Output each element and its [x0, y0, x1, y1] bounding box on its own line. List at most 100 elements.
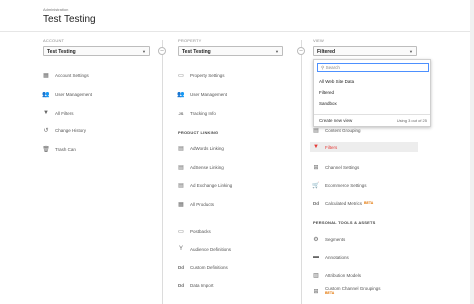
beta-badge: BETA: [364, 201, 374, 205]
filters-label: Filters: [325, 144, 338, 150]
search-icon: ⚲: [321, 65, 325, 70]
filter-icon: ▼: [313, 144, 319, 150]
view-usage-count: Using 3 out of 25: [396, 118, 427, 123]
personal-tools-heading: PERSONAL TOOLS & ASSETS: [313, 220, 376, 225]
all-filters-link[interactable]: ▼ All Filters: [43, 108, 74, 118]
channel-grouping-icon: ⊞: [313, 288, 319, 295]
account-settings-label: Account Settings: [55, 72, 89, 78]
all-products-label: All Products: [190, 201, 215, 207]
account-select[interactable]: Test Testing ▼: [43, 46, 150, 56]
page-title: Test Testing: [43, 14, 96, 25]
attribution-models-label: Attribution Models: [325, 272, 362, 278]
caret-down-icon: ▼: [275, 49, 279, 54]
segments-link[interactable]: ⚙ Segments: [313, 234, 345, 244]
ecommerce-settings-label: Ecommerce Settings: [325, 182, 367, 188]
adexchange-icon: ▤: [178, 182, 184, 189]
content-grouping-label: Content Grouping: [325, 127, 361, 133]
tracking-info-link[interactable]: JS Tracking Info: [178, 108, 216, 118]
account-user-management-label: User Management: [55, 91, 93, 97]
search-placeholder: Search: [325, 65, 340, 70]
annotations-label: Annotations: [325, 254, 349, 260]
filter-icon: ▼: [43, 110, 49, 116]
data-import-link[interactable]: Dd Data Import: [178, 280, 214, 290]
view-select-value: Filtered: [317, 49, 336, 55]
channel-settings-link[interactable]: ⊞ Channel Settings: [313, 162, 359, 172]
property-select[interactable]: Test Testing ▼: [178, 46, 283, 56]
settings-icon: ▭: [178, 72, 184, 79]
attribution-icon: ▥: [313, 272, 319, 279]
caret-down-icon: ▼: [142, 49, 146, 54]
annotations-link[interactable]: ▬ Annotations: [313, 252, 349, 262]
property-user-management-link[interactable]: 👥 User Management: [177, 89, 228, 99]
page-scrollbar[interactable]: [470, 0, 474, 304]
audience-definitions-label: Audience Definitions: [190, 246, 232, 252]
ad-exchange-linking-link[interactable]: ▤ Ad Exchange Linking: [178, 180, 232, 190]
custom-channel-groupings-link[interactable]: ⊞ Custom Channel Groupings BETA: [313, 286, 381, 296]
trash-icon: 🗑: [42, 146, 50, 153]
beta-badge: BETA: [325, 291, 335, 295]
property-user-management-label: User Management: [190, 91, 228, 97]
adsense-linking-link[interactable]: ▤ AdSense Linking: [178, 162, 224, 172]
view-option[interactable]: Filtered: [319, 90, 334, 95]
all-products-link[interactable]: ▦ All Products: [178, 199, 214, 209]
channel-settings-label: Channel Settings: [325, 164, 360, 170]
products-icon: ▦: [178, 201, 184, 208]
custom-definitions-label: Custom Definitions: [190, 264, 228, 270]
postbacks-label: Postbacks: [190, 228, 211, 234]
change-history-link[interactable]: ↺ Change History: [43, 125, 86, 135]
create-new-view-link[interactable]: Create new view: [319, 118, 352, 123]
adwords-linking-link[interactable]: ▤ AdWords Linking: [178, 143, 224, 153]
dropdown-divider: [314, 114, 430, 115]
data-import-icon: Dd: [178, 282, 184, 288]
grouping-icon: ▤: [313, 127, 319, 134]
view-option[interactable]: Sandbox: [319, 101, 337, 106]
custom-definitions-link[interactable]: Dd Custom Definitions: [178, 262, 228, 272]
annotations-icon: ▬: [313, 254, 319, 260]
caret-down-icon: ▼: [409, 49, 413, 54]
header-divider: [0, 31, 474, 32]
users-icon: 👥: [177, 91, 185, 98]
data-import-label: Data Import: [190, 282, 214, 288]
view-select[interactable]: Filtered ▼: [313, 46, 417, 56]
custom-channel-groupings-text: Custom Channel Groupings BETA: [325, 286, 381, 296]
attribution-models-link[interactable]: ▥ Attribution Models: [313, 270, 361, 280]
column-separator-icon: –: [158, 47, 166, 55]
column-divider: [162, 40, 163, 304]
trash-can-label: Trash Can: [55, 146, 76, 152]
adwords-icon: ▤: [178, 145, 184, 152]
adsense-icon: ▤: [178, 164, 184, 171]
view-dropdown-menu: ⚲ Search All Web Site Data Filtered Sand…: [313, 59, 431, 127]
adsense-linking-label: AdSense Linking: [190, 164, 224, 170]
column-divider: [301, 40, 302, 304]
audience-icon: Y: [178, 246, 183, 252]
property-settings-label: Property Settings: [190, 72, 225, 78]
dd-icon: Dd: [313, 200, 319, 206]
account-heading: ACCOUNT: [43, 38, 65, 43]
change-history-label: Change History: [55, 127, 87, 133]
filters-link[interactable]: ▼ Filters: [310, 142, 418, 152]
history-icon: ↺: [43, 127, 49, 134]
account-select-value: Test Testing: [47, 49, 76, 55]
audience-definitions-link[interactable]: Y Audience Definitions: [178, 244, 231, 254]
all-filters-label: All Filters: [55, 110, 74, 116]
tracking-info-label: Tracking Info: [190, 110, 216, 116]
channel-icon: ⊞: [313, 164, 319, 171]
adwords-linking-label: AdWords Linking: [190, 145, 224, 151]
trash-can-link[interactable]: 🗑 Trash Can: [42, 144, 76, 154]
view-search-input[interactable]: ⚲ Search: [317, 63, 429, 72]
column-separator-icon: –: [297, 47, 305, 55]
property-heading: PROPERTY: [178, 38, 202, 43]
account-settings-link[interactable]: ▦ Account Settings: [43, 70, 89, 80]
building-icon: ▦: [43, 72, 49, 79]
property-select-value: Test Testing: [182, 49, 211, 55]
property-settings-link[interactable]: ▭ Property Settings: [178, 70, 225, 80]
calculated-metrics-label: Calculated Metrics: [325, 200, 363, 206]
view-option[interactable]: All Web Site Data: [319, 79, 354, 84]
calculated-metrics-link[interactable]: Dd Calculated Metrics BETA: [313, 198, 373, 208]
dd-icon: Dd: [178, 264, 184, 270]
account-user-management-link[interactable]: 👥 User Management: [42, 89, 93, 99]
js-icon: JS: [178, 110, 184, 116]
ecommerce-settings-link[interactable]: 🛒 Ecommerce Settings: [312, 180, 367, 190]
postbacks-link[interactable]: ▭ Postbacks: [178, 226, 211, 236]
segments-label: Segments: [325, 236, 346, 242]
